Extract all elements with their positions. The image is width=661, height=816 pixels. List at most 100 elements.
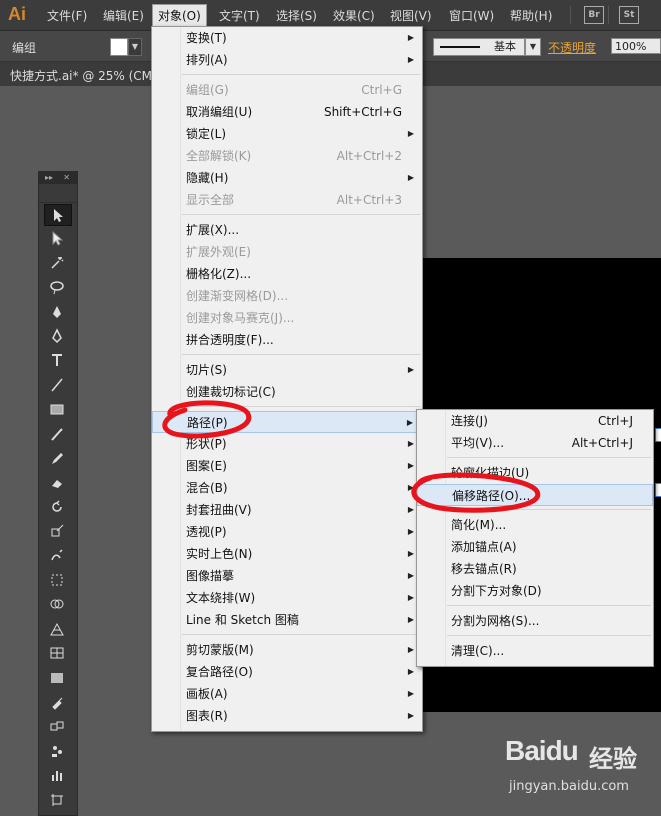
menu-type[interactable]: 文字(T): [219, 7, 260, 24]
menu-item[interactable]: 排列(A) ▶: [152, 49, 422, 71]
submenu-arrow-icon: ▶: [407, 33, 414, 42]
stock-button[interactable]: St: [619, 6, 639, 24]
tools-panel-header[interactable]: ▸▸ ✕: [39, 172, 77, 184]
selection-type-label: 编组: [12, 41, 37, 55]
menu-item[interactable]: 透视(P) ▶: [152, 521, 422, 543]
shape-builder-tool-button[interactable]: [44, 594, 70, 614]
blend-tool-button[interactable]: [44, 716, 70, 736]
menu-item[interactable]: 清理(C)...: [417, 640, 653, 662]
magic-wand-tool-button[interactable]: [44, 253, 70, 273]
opacity-label[interactable]: 不透明度: [548, 39, 596, 56]
menu-item[interactable]: 图案(E) ▶: [152, 455, 422, 477]
lasso-tool-icon: [50, 281, 64, 295]
menu-item[interactable]: 轮廓化描边(U): [417, 462, 653, 484]
warp-tool-button[interactable]: [44, 546, 70, 566]
menu-item[interactable]: 剪切蒙版(M) ▶: [152, 639, 422, 661]
menu-item[interactable]: Line 和 Sketch 图稿 ▶: [152, 609, 422, 631]
curvature-tool-button[interactable]: [44, 326, 70, 346]
direct-selection-tool-button[interactable]: [44, 228, 70, 248]
menu-item[interactable]: 切片(S) ▶: [152, 359, 422, 381]
perspective-grid-tool-button[interactable]: [44, 619, 70, 639]
menu-separator: [447, 605, 651, 606]
menu-item-label: 创建对象马赛克(J)...: [186, 311, 295, 325]
menu-item[interactable]: 拼合透明度(F)...: [152, 329, 422, 351]
type-tool-button[interactable]: [44, 350, 70, 370]
menu-item[interactable]: 锁定(L) ▶: [152, 123, 422, 145]
menu-item[interactable]: 封套扭曲(V) ▶: [152, 499, 422, 521]
pencil-tool-button[interactable]: [44, 448, 70, 468]
symbol-sprayer-tool-button[interactable]: [44, 741, 70, 761]
menu-item[interactable]: 连接(J) Ctrl+J: [417, 410, 653, 432]
fill-swatch[interactable]: [110, 38, 128, 56]
mesh-tool-button[interactable]: [44, 643, 70, 663]
menu-item-shortcut: Ctrl+G: [361, 83, 402, 97]
selection-handle[interactable]: [655, 428, 661, 442]
selection-handle[interactable]: [655, 483, 661, 497]
menu-item[interactable]: 实时上色(N) ▶: [152, 543, 422, 565]
menu-item-label: 添加锚点(A): [451, 540, 517, 554]
tools-panel-grip[interactable]: [39, 184, 77, 203]
menu-item[interactable]: 扩展(X)...: [152, 219, 422, 241]
menu-item[interactable]: 形状(P) ▶: [152, 433, 422, 455]
stroke-style-dropdown[interactable]: ▼: [525, 38, 541, 56]
menu-item[interactable]: 移去锚点(R): [417, 558, 653, 580]
eraser-tool-button[interactable]: [44, 472, 70, 492]
menu-item[interactable]: 偏移路径(O)...: [417, 484, 653, 506]
fill-dropdown[interactable]: ▼: [128, 38, 142, 56]
menu-select[interactable]: 选择(S): [276, 7, 317, 24]
menu-help[interactable]: 帮助(H): [510, 7, 552, 24]
menu-item[interactable]: 图像描摹 ▶: [152, 565, 422, 587]
gradient-tool-button[interactable]: [44, 668, 70, 688]
artboard-tool-button[interactable]: [44, 790, 70, 810]
menu-effect[interactable]: 效果(C): [333, 7, 375, 24]
menu-item-label: 全部解锁(K): [186, 149, 252, 163]
menu-item[interactable]: 平均(V)... Alt+Ctrl+J: [417, 432, 653, 454]
menu-item[interactable]: 混合(B) ▶: [152, 477, 422, 499]
bridge-button[interactable]: Br: [584, 6, 604, 24]
menu-item-label: 变换(T): [186, 31, 227, 45]
menu-item[interactable]: 取消编组(U) Shift+Ctrl+G: [152, 101, 422, 123]
menu-item-label: 轮廓化描边(U): [451, 466, 530, 480]
opacity-input[interactable]: 100%: [611, 38, 661, 54]
menu-item[interactable]: 变换(T) ▶: [152, 27, 422, 49]
menu-item-label: 切片(S): [186, 363, 227, 377]
selection-tool-button[interactable]: [44, 204, 72, 226]
perspective-grid-tool-icon: [50, 622, 64, 636]
document-tab[interactable]: 快捷方式.ai* @ 25% (CM: [10, 67, 152, 84]
menu-item[interactable]: 栅格化(Z)...: [152, 263, 422, 285]
menu-item[interactable]: 路径(P) ▶: [152, 411, 422, 433]
menu-item[interactable]: 隐藏(H) ▶: [152, 167, 422, 189]
pen-tool-button[interactable]: [44, 302, 70, 322]
free-transform-tool-button[interactable]: [44, 570, 70, 590]
menu-item[interactable]: 简化(M)...: [417, 514, 653, 536]
menu-window[interactable]: 窗口(W): [449, 7, 494, 24]
paintbrush-tool-button[interactable]: [44, 424, 70, 444]
menu-item-label: 形状(P): [186, 437, 227, 451]
watermark-jingyan: 经验: [589, 745, 637, 773]
column-graph-tool-button[interactable]: [44, 765, 70, 785]
menu-item[interactable]: 图表(R) ▶: [152, 705, 422, 727]
rotate-tool-button[interactable]: [44, 497, 70, 517]
stroke-style-select[interactable]: 基本: [433, 38, 525, 56]
menu-file[interactable]: 文件(F): [47, 7, 87, 24]
menu-item[interactable]: 文本绕排(W) ▶: [152, 587, 422, 609]
lasso-tool-button[interactable]: [44, 277, 70, 297]
menu-item[interactable]: 画板(A) ▶: [152, 683, 422, 705]
menu-item[interactable]: 分割为网格(S)...: [417, 610, 653, 632]
column-graph-tool-icon: [52, 771, 62, 782]
mesh-tool-icon: [50, 647, 64, 659]
menu-view[interactable]: 视图(V): [390, 7, 432, 24]
menu-item[interactable]: 分割下方对象(D): [417, 580, 653, 602]
menu-item[interactable]: 复合路径(O) ▶: [152, 661, 422, 683]
line-segment-tool-button[interactable]: [44, 375, 70, 395]
menu-item-label: 拼合透明度(F)...: [186, 333, 274, 347]
rectangle-tool-button[interactable]: [44, 399, 70, 419]
menu-object[interactable]: 对象(O): [152, 4, 207, 28]
menu-item[interactable]: 创建裁切标记(C): [152, 381, 422, 403]
menu-item-label: 锁定(L): [186, 127, 227, 141]
scale-tool-button[interactable]: [44, 521, 70, 541]
menu-item[interactable]: 添加锚点(A): [417, 536, 653, 558]
tools-panel: ▸▸ ✕: [38, 171, 78, 816]
eyedropper-tool-button[interactable]: [44, 692, 70, 712]
menu-edit[interactable]: 编辑(E): [103, 7, 144, 24]
